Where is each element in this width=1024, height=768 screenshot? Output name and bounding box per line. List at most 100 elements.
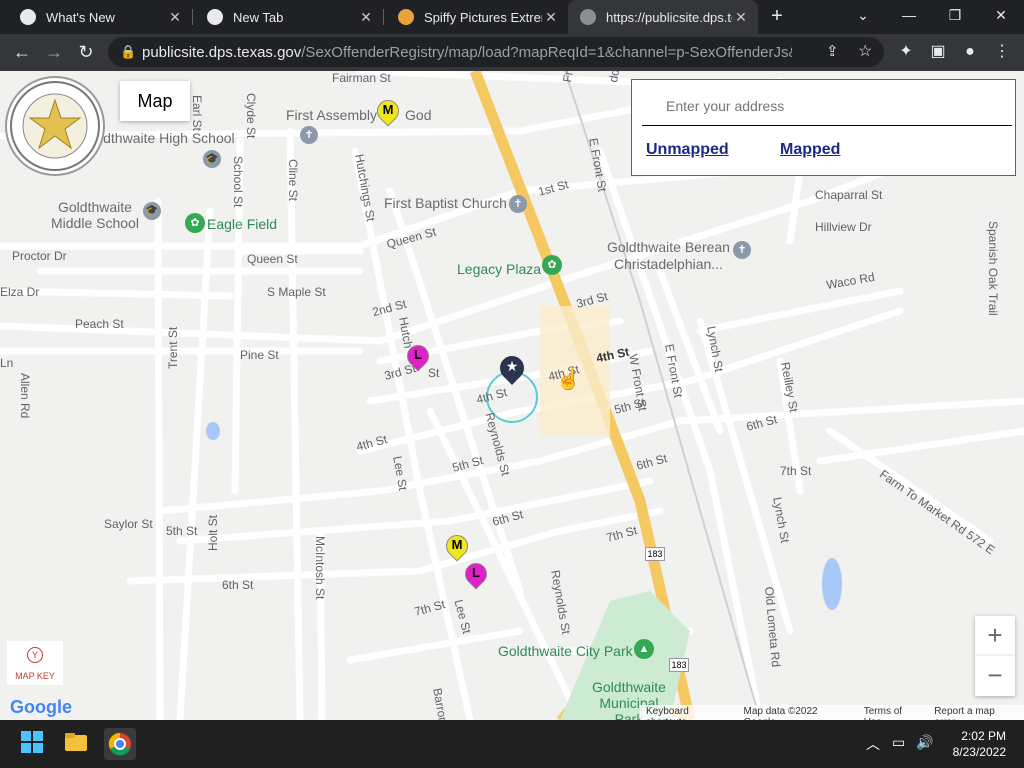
close-window-button[interactable]: ✕ [978, 0, 1024, 30]
poi-middle-school[interactable]: Goldthwaite Middle School [51, 199, 139, 231]
url-host: publicsite.dps.texas.gov [142, 44, 302, 61]
street-label: Earl St [190, 95, 204, 132]
poi-city-park[interactable]: Goldthwaite City Park [498, 643, 633, 659]
tab-title: What's New [46, 9, 115, 25]
restore-button[interactable]: ❐ [932, 0, 978, 30]
poi-first-baptist[interactable]: First Baptist Church [384, 195, 507, 211]
street-label: 7th St [780, 464, 812, 478]
windows-taskbar: ︿ ▭ 🔊 2:02 PM 8/23/2022 [0, 720, 1024, 768]
network-icon[interactable]: ▭ [892, 734, 905, 751]
map-title: Map [120, 81, 190, 121]
street-label: Cline St [286, 159, 300, 202]
lock-icon[interactable]: 🔒 [120, 44, 136, 60]
bookmark-star-icon[interactable]: ☆ [858, 41, 872, 61]
reload-button[interactable]: ↻ [74, 40, 98, 64]
church-icon[interactable]: ✝ [509, 195, 527, 213]
hand-cursor-icon: ☝ [556, 369, 581, 391]
zoom-out-button[interactable]: − [975, 656, 1015, 696]
street-label: Fairman St [332, 71, 391, 85]
street-label: Queen St [247, 252, 298, 266]
address-search-panel: Unmapped Mapped [631, 79, 1016, 176]
close-icon[interactable]: ✕ [732, 9, 750, 26]
poi-legacy-plaza[interactable]: Legacy Plaza [457, 261, 541, 277]
windows-start-icon[interactable] [18, 728, 50, 760]
route-183-shield: 183 [645, 547, 665, 561]
park-tree-icon[interactable]: ▲ [634, 639, 654, 659]
profile-icon[interactable]: ● [958, 40, 982, 64]
terms-link[interactable]: Terms of Use [864, 706, 922, 720]
school-icon[interactable]: 🎓 [143, 202, 161, 220]
star-icon: ★ [505, 358, 519, 374]
poi-label-tail: God [405, 107, 432, 123]
clock-time: 2:02 PM [961, 729, 1006, 743]
tab-title: New Tab [233, 9, 284, 25]
browser-toolbar: ← → ↻ 🔒 publicsite.dps.texas.gov/SexOffe… [0, 34, 1024, 71]
clock-date: 8/23/2022 [952, 745, 1006, 759]
side-panel-icon[interactable]: ▣ [926, 40, 950, 64]
street-label: Clyde St [244, 93, 258, 139]
url-path: /SexOffenderRegistry/map/load?mapReqId=1… [301, 44, 792, 61]
close-icon[interactable]: ✕ [542, 9, 560, 26]
street-label: 5th St [166, 524, 198, 538]
globe-icon [580, 9, 596, 25]
chrome-taskbar-icon[interactable] [104, 728, 136, 760]
url-text[interactable]: publicsite.dps.texas.gov/SexOffenderRegi… [142, 44, 792, 61]
poi-berean[interactable]: Goldthwaite Berean Christadelphian... [607, 239, 730, 273]
church-icon[interactable]: ✝ [300, 126, 318, 144]
map-key-button[interactable]: Y MAP KEY [7, 641, 63, 685]
volume-icon[interactable]: 🔊 [916, 734, 933, 751]
address-input[interactable] [642, 86, 1012, 126]
church-icon[interactable]: ✝ [733, 241, 751, 259]
file-explorer-icon[interactable] [62, 728, 94, 760]
close-icon[interactable]: ✕ [166, 9, 184, 26]
street-label: Elza Dr [0, 285, 40, 299]
route-183-shield: 183 [669, 658, 689, 672]
address-bar[interactable]: 🔒 publicsite.dps.texas.gov/SexOffenderRe… [108, 37, 884, 67]
new-tab-button[interactable]: + [766, 5, 788, 27]
tab-spiffy-pictures[interactable]: Spiffy Pictures Extreme ✕ [378, 0, 568, 34]
tab-dps-map[interactable]: https://publicsite.dps.te ✕ [568, 0, 758, 34]
close-icon[interactable]: ✕ [357, 9, 375, 26]
spiffy-favicon-icon [398, 9, 414, 25]
report-error-link[interactable]: Report a map error [934, 706, 1018, 720]
chevron-up-icon[interactable]: ︿ [866, 734, 880, 754]
street-label: Proctor Dr [12, 249, 67, 263]
keyboard-shortcuts-link[interactable]: Keyboard shortcuts [646, 706, 731, 720]
street-label: Ln [0, 356, 14, 370]
chrome-icon [207, 9, 223, 25]
zoom-in-button[interactable]: + [975, 616, 1015, 656]
street-label: Pine St [240, 348, 279, 362]
google-logo: Google [10, 697, 72, 717]
system-clock[interactable]: 2:02 PM 8/23/2022 [940, 728, 1006, 760]
tab-whats-new[interactable]: What's New ✕ [0, 0, 192, 34]
street-label: McIntosh St [313, 536, 327, 600]
poi-label-line1: Goldthwaite [58, 199, 132, 215]
poi-high-school[interactable]: ldthwaite High School [100, 130, 235, 146]
map-canvas[interactable]: Fairman St Earl St Clyde St School St Cl… [0, 71, 1024, 720]
street-label: Saylor St [104, 517, 153, 531]
chrome-icon [20, 9, 36, 25]
tab-search-button[interactable]: ⌄ [840, 0, 886, 30]
street-label: Chaparral St [815, 188, 883, 202]
menu-icon[interactable]: ⋮ [990, 40, 1014, 64]
forward-button[interactable]: → [42, 40, 66, 64]
school-icon[interactable]: 🎓 [203, 150, 221, 168]
park-icon[interactable]: ✿ [185, 213, 205, 233]
mapped-link[interactable]: Mapped [780, 141, 840, 159]
tab-new-tab[interactable]: New Tab ✕ [187, 0, 383, 34]
plaza-icon[interactable]: ✿ [542, 255, 562, 275]
back-button[interactable]: ← [10, 40, 34, 64]
poi-first-assembly[interactable]: First Assembly God [286, 107, 431, 123]
poi-label-line2: Christadelphian... [614, 256, 723, 272]
street-label: Peach St [75, 317, 124, 331]
extensions-icon[interactable]: ✦ [894, 40, 918, 64]
poi-label-line2: Middle School [51, 215, 139, 231]
street-label: Spanish Oak Trail [986, 221, 1000, 316]
minimize-button[interactable]: — [886, 0, 932, 30]
share-icon[interactable]: ⇪ [826, 42, 839, 60]
street-label: Allen Rd [18, 373, 32, 419]
street-label: Trent St [166, 326, 180, 369]
unmapped-link[interactable]: Unmapped [646, 141, 729, 159]
poi-eagle-field[interactable]: Eagle Field [207, 216, 277, 232]
street-label: St [428, 366, 440, 380]
